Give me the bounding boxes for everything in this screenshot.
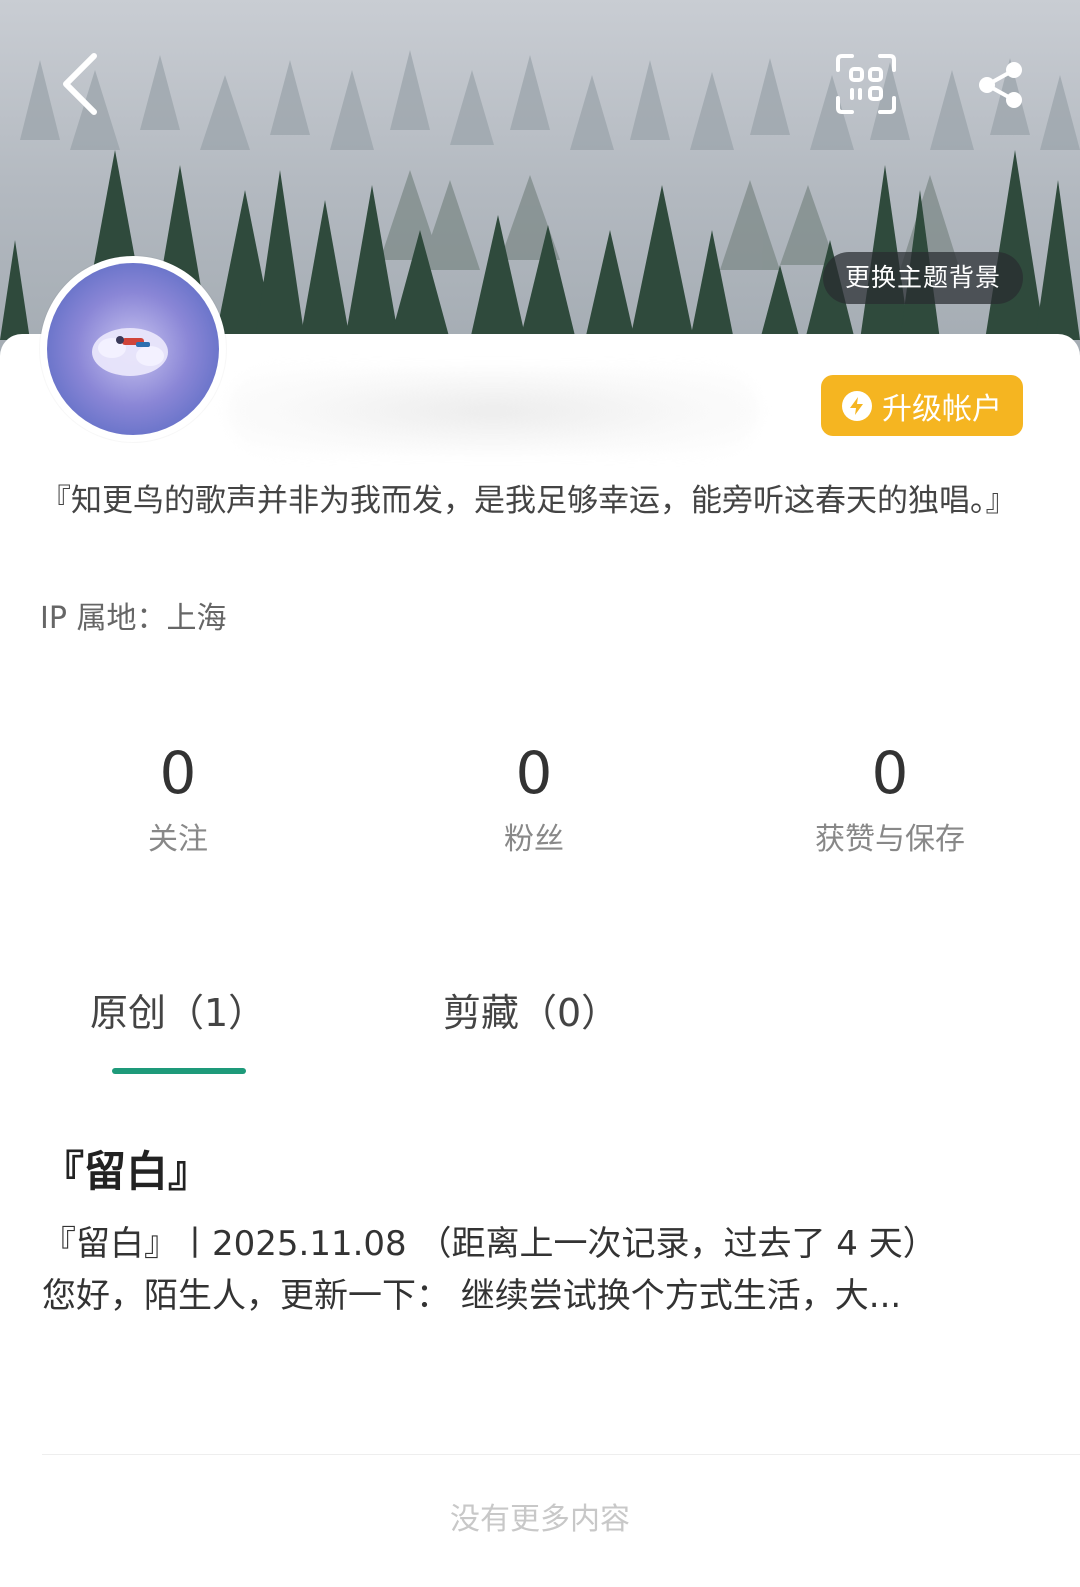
share-icon <box>979 62 1022 108</box>
active-tab-indicator <box>112 1068 246 1074</box>
scan-button[interactable] <box>826 44 906 124</box>
upgrade-account-button[interactable]: 升级帐户 <box>821 375 1023 436</box>
stat-fans[interactable]: 0 粉丝 <box>414 740 654 858</box>
likes-label: 获赞与保存 <box>815 822 965 857</box>
post-excerpt[interactable]: 『留白』丨2025.11.08 （距离上一次记录，过去了 4 天） 您好，陌生人… <box>42 1218 1032 1322</box>
post-title[interactable]: 『留白』 <box>42 1138 210 1199</box>
stat-following[interactable]: 0 关注 <box>58 740 298 858</box>
fans-count: 0 <box>515 739 553 807</box>
change-theme-button[interactable]: 更换主题背景 <box>823 252 1023 304</box>
lightning-icon <box>842 390 872 421</box>
post-excerpt-line-2: 您好，陌生人，更新一下： 继续尝试换个方式生活，大... <box>42 1276 902 1316</box>
chevron-left-icon <box>63 53 97 115</box>
share-button[interactable] <box>966 50 1036 120</box>
following-label: 关注 <box>148 822 208 857</box>
post-excerpt-line-1: 『留白』丨2025.11.08 （距离上一次记录，过去了 4 天） <box>42 1224 937 1264</box>
stat-likes-saves[interactable]: 0 获赞与保存 <box>770 740 1010 858</box>
back-button[interactable] <box>44 44 116 124</box>
ip-location: IP 属地：上海 <box>40 601 227 636</box>
profile-bio: 『知更鸟的歌声并非为我而发，是我足够幸运，能旁听这春天的独唱。』 <box>40 483 1017 519</box>
qr-scan-icon <box>836 54 896 114</box>
username-blurred <box>228 368 758 454</box>
avatar-image <box>47 263 219 435</box>
likes-count: 0 <box>871 739 909 807</box>
divider <box>42 1454 1080 1455</box>
no-more-content-text: 没有更多内容 <box>450 1502 630 1537</box>
avatar[interactable] <box>40 256 226 442</box>
upgrade-label: 升级帐户 <box>882 391 1002 427</box>
following-count: 0 <box>159 739 197 807</box>
tab-original[interactable]: 原创（1） <box>90 988 266 1038</box>
fans-label: 粉丝 <box>504 822 564 857</box>
tab-clippings[interactable]: 剪藏（0） <box>443 988 619 1038</box>
